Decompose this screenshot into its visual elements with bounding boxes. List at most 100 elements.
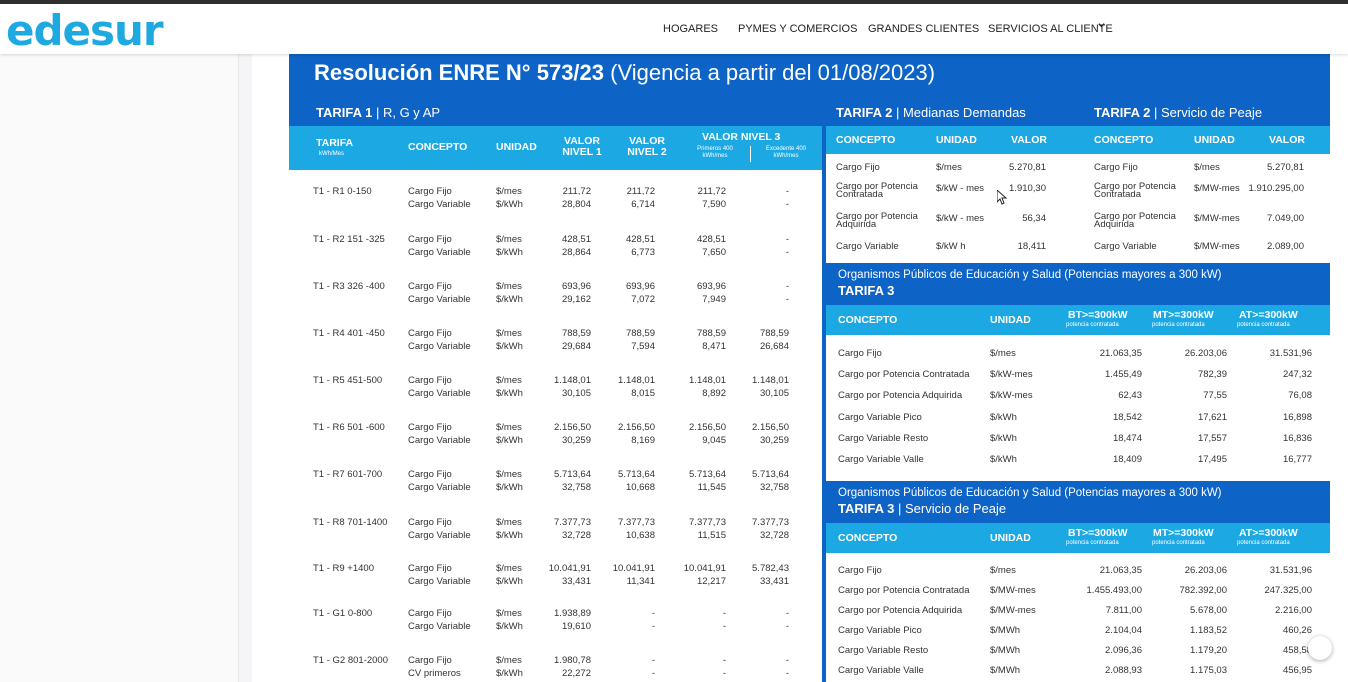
th-valor-nivel2: VALOR NIVEL 2 bbox=[627, 135, 667, 158]
t3p-row-mt: 782.392,00 bbox=[1179, 585, 1227, 596]
row-n3-excedente-variable: 26,684 bbox=[759, 341, 789, 352]
t3-row-concepto: Cargo por Potencia Adquirida bbox=[838, 390, 963, 401]
row-n3-excedente-variable: - bbox=[785, 247, 789, 258]
tarifa2-header: CONCEPTO UNIDAD VALOR CONCEPTO UNIDAD VA… bbox=[826, 126, 1330, 154]
nav-hogares[interactable]: HOGARES bbox=[663, 23, 718, 35]
t3-row-mt: 782,39 bbox=[1197, 369, 1227, 380]
row-tarifa-name: T1 - R6 501 -600 bbox=[313, 422, 385, 433]
site-header: edesur HOGARES PYMES Y COMERCIOS GRANDES… bbox=[0, 4, 1348, 56]
row-n3-excedente-fijo: 788,59 bbox=[759, 328, 789, 339]
t3-row-mt: 26.203,06 bbox=[1184, 348, 1227, 359]
row-n2-variable: 8,169 bbox=[631, 435, 655, 446]
th-unidad: UNIDAD bbox=[496, 141, 537, 153]
t3p-row-mt: 1.179,20 bbox=[1190, 645, 1227, 656]
section-tarifa1-desc: | R, G y AP bbox=[375, 105, 441, 120]
nav-servicios-cliente[interactable]: SERVICIOS AL CLIENTE bbox=[988, 23, 1113, 35]
t3-row-concepto: Cargo Variable Valle bbox=[838, 454, 924, 465]
section-tarifa2-peaje-label: TARIFA 2 bbox=[1094, 105, 1151, 120]
t2p-row-valor: 5.270,81 bbox=[1267, 162, 1304, 173]
t3-row-at: 31.531,96 bbox=[1269, 348, 1312, 359]
row-n3-excedente-fijo: - bbox=[785, 186, 789, 197]
row-concepto-fijo: Cargo Fijo bbox=[408, 234, 452, 245]
row-n3-excedente-fijo: 5.782,43 bbox=[752, 563, 789, 574]
row-tarifa-name: T1 - R2 151 -325 bbox=[313, 234, 385, 245]
nav-grandes-clientes[interactable]: GRANDES CLIENTES bbox=[868, 23, 979, 35]
t3-row-unidad: $/kWh bbox=[990, 433, 1017, 444]
row-n3-excedente-variable: 32,728 bbox=[759, 530, 789, 541]
t3-row-mt: 77,55 bbox=[1203, 390, 1227, 401]
nav-pymes-comercios[interactable]: PYMES Y COMERCIOS bbox=[738, 23, 857, 35]
row-n2-variable: - bbox=[651, 668, 655, 679]
t3p-row-concepto: Cargo Variable Pico bbox=[838, 625, 922, 636]
row-concepto-variable: Cargo Variable bbox=[408, 341, 471, 352]
t3p-row-unidad: $/MWh bbox=[990, 645, 1021, 656]
tarifa3-band-title: TARIFA 3 bbox=[838, 283, 894, 298]
t2p-row-unidad: $/mes bbox=[1194, 162, 1220, 173]
t3p-row-concepto: Cargo por Potencia Adquirida bbox=[838, 605, 963, 616]
t3-th-at: AT>=300kW bbox=[1239, 309, 1298, 321]
t2-row-valor: 18,411 bbox=[1017, 241, 1046, 252]
row-n3-excedente-fijo: 2.156,50 bbox=[752, 422, 789, 433]
row-concepto-variable: Cargo Variable bbox=[408, 576, 471, 587]
t2p-th-unidad: UNIDAD bbox=[1194, 134, 1235, 146]
floating-action-button[interactable] bbox=[1308, 636, 1332, 660]
t3-row-at: 16,777 bbox=[1282, 454, 1312, 465]
section-tarifa1: TARIFA 1 | R, G y AP bbox=[316, 105, 440, 120]
tarifa3-band: Organismos Públicos de Educación y Salud… bbox=[826, 263, 1330, 305]
th-tarifa: TARIFA bbox=[316, 137, 354, 149]
row-tarifa-name: T1 - R5 451-500 bbox=[313, 375, 383, 386]
row-n2-fijo: 693,96 bbox=[625, 281, 655, 292]
tarifa1-table-header: TARIFA kWh/Mes CONCEPTO UNIDAD VALOR NIV… bbox=[289, 126, 822, 170]
row-concepto-fijo: Cargo Fijo bbox=[408, 469, 452, 480]
row-n2-fijo: 7.377,73 bbox=[618, 517, 655, 528]
row-tarifa-name: T1 - R4 401 -450 bbox=[313, 328, 385, 339]
t2p-row-valor: 7.049,00 bbox=[1267, 213, 1304, 224]
row-n2-variable: 10,638 bbox=[625, 530, 655, 541]
tarifa3-peaje-band: Organismos Públicos de Educación y Salud… bbox=[826, 481, 1330, 523]
row-n3-excedente-variable: 30,105 bbox=[759, 388, 789, 399]
chevron-down-icon[interactable] bbox=[1097, 21, 1106, 33]
t3-th-mt-sub: potencia contratada bbox=[1152, 322, 1205, 328]
row-concepto-fijo: Cargo Fijo bbox=[408, 186, 452, 197]
header-separator bbox=[750, 146, 751, 162]
row-n2-fijo: 2.156,50 bbox=[618, 422, 655, 433]
t2-row-unidad: $/mes bbox=[936, 162, 962, 173]
t3-row-bt: 62,43 bbox=[1118, 390, 1142, 401]
t3p-row-mt: 1.175,03 bbox=[1190, 665, 1227, 676]
t2p-row-valor: 2.089,00 bbox=[1267, 241, 1304, 252]
row-concepto-variable: CV primeros bbox=[408, 668, 461, 679]
t3-row-bt: 21.063,35 bbox=[1099, 348, 1142, 359]
row-concepto-variable: Cargo Variable bbox=[408, 621, 471, 632]
row-concepto-fijo: Cargo Fijo bbox=[408, 655, 452, 666]
t3p-th-bt: BT>=300kW bbox=[1068, 527, 1128, 539]
row-concepto-fijo: Cargo Fijo bbox=[408, 608, 452, 619]
row-n3-excedente-variable: - bbox=[785, 668, 789, 679]
tarifa3-peaje-desc: | Servicio de Peaje bbox=[897, 501, 1007, 516]
t3p-th-at: AT>=300kW bbox=[1239, 527, 1298, 539]
row-n2-variable: 8,015 bbox=[631, 388, 655, 399]
t3-row-unidad: $/kW-mes bbox=[990, 369, 1033, 380]
row-n3-excedente-variable: - bbox=[785, 294, 789, 305]
t3-th-at-sub: potencia contratada bbox=[1237, 322, 1290, 328]
row-n3-excedente-variable: - bbox=[785, 621, 789, 632]
t3-row-unidad: $/kW-mes bbox=[990, 390, 1033, 401]
row-n2-variable: 6,773 bbox=[631, 247, 655, 258]
t3-row-bt: 18,542 bbox=[1112, 412, 1142, 423]
section-tarifa2-desc: | Medianas Demandas bbox=[895, 105, 1026, 120]
tarifa3-table: CONCEPTO UNIDAD BT>=300kW potencia contr… bbox=[826, 305, 1330, 481]
t2p-row-concepto: Cargo Fijo bbox=[1094, 162, 1138, 173]
row-n2-variable: 10,668 bbox=[625, 482, 655, 493]
edesur-logo[interactable]: edesur bbox=[6, 6, 164, 56]
t3p-row-mt: 1.183,52 bbox=[1190, 625, 1227, 636]
t2-row-valor: 5.270,81 bbox=[1009, 162, 1046, 173]
t3p-row-concepto: Cargo Variable Resto bbox=[838, 645, 929, 656]
th-nivel3-excedente: Excedente 400 kWh/mes bbox=[765, 146, 807, 159]
t3p-row-concepto: Cargo por Potencia Contratada bbox=[838, 585, 970, 596]
t3p-row-at: 458,58 bbox=[1282, 645, 1312, 656]
row-n3-excedente-variable: 33,431 bbox=[759, 576, 789, 587]
t3p-row-unidad: $/mes bbox=[990, 565, 1016, 576]
row-n3-excedente-fijo: - bbox=[785, 281, 789, 292]
t3-row-at: 16,836 bbox=[1282, 433, 1312, 444]
t2-row-concepto: Cargo Fijo bbox=[836, 162, 880, 173]
row-tarifa-name: T1 - R1 0-150 bbox=[313, 186, 372, 197]
